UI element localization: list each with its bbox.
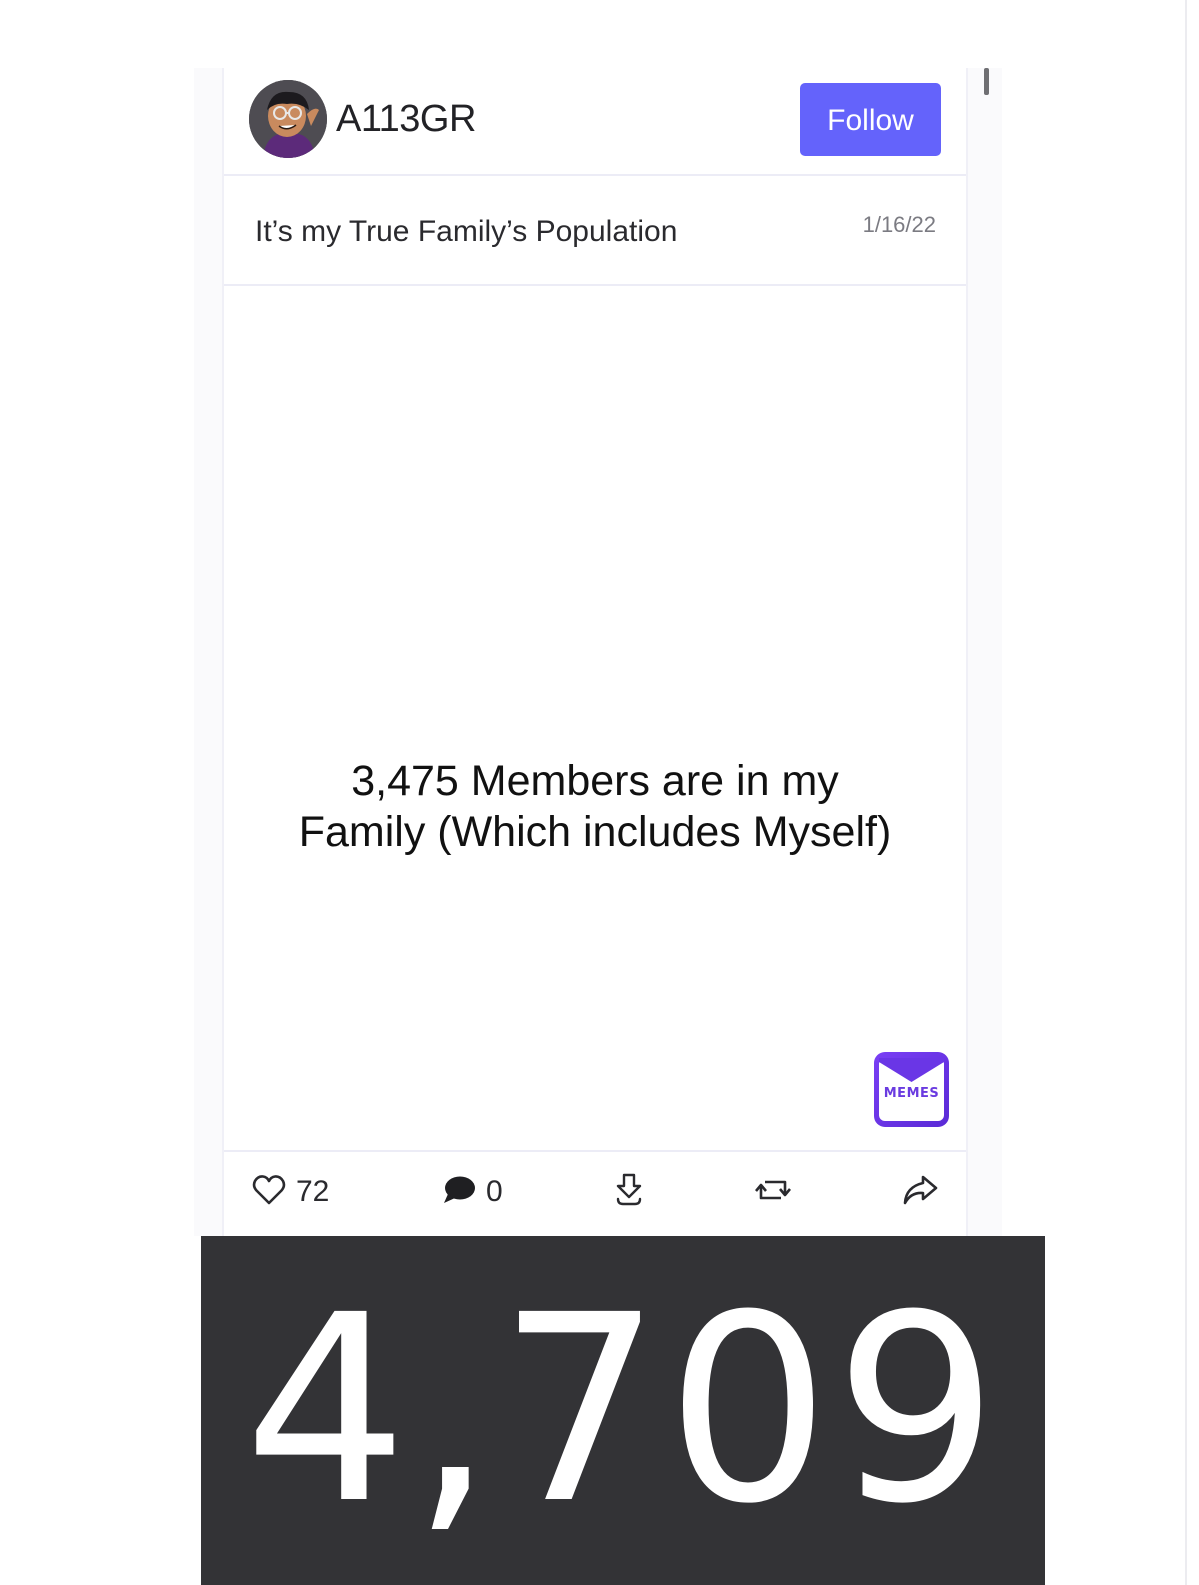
post-title: It’s my True Family’s Population xyxy=(255,215,678,248)
repost-button[interactable] xyxy=(755,1174,791,1210)
meme-caption: 3,475 Members are in my Family (Which in… xyxy=(298,757,892,856)
share-icon xyxy=(902,1174,938,1211)
download-icon xyxy=(615,1173,643,1212)
share-button[interactable] xyxy=(902,1174,938,1210)
big-number: 4,709 xyxy=(243,1260,1003,1560)
memes-watermark-label: MEMES xyxy=(883,1086,940,1101)
avatar[interactable] xyxy=(249,80,327,158)
username[interactable]: A113GR xyxy=(336,96,476,142)
post-date: 1/16/22 xyxy=(862,212,936,237)
comment-button[interactable]: 0 xyxy=(442,1174,503,1210)
page-edge xyxy=(1185,0,1187,1585)
scrollbar[interactable] xyxy=(984,68,989,95)
post-header: A113GR Follow xyxy=(224,68,966,176)
follow-button[interactable]: Follow xyxy=(800,83,941,156)
meme-image[interactable]: 3,475 Members are in my Family (Which in… xyxy=(224,286,966,1150)
number-banner: 4,709 xyxy=(201,1236,1045,1585)
like-count: 72 xyxy=(296,1175,330,1208)
repost-icon xyxy=(755,1176,791,1209)
comment-count: 0 xyxy=(486,1175,503,1208)
like-button[interactable]: 72 xyxy=(252,1174,329,1210)
comment-icon xyxy=(442,1175,476,1210)
action-bar: 72 0 xyxy=(224,1150,966,1238)
heart-icon xyxy=(252,1174,286,1211)
memes-watermark-logo: MEMES xyxy=(874,1052,949,1127)
post-meta: It’s my True Family’s Population 1/16/22 xyxy=(224,176,966,286)
download-button[interactable] xyxy=(615,1173,643,1212)
post-card: A113GR Follow It’s my True Family’s Popu… xyxy=(222,68,968,1236)
